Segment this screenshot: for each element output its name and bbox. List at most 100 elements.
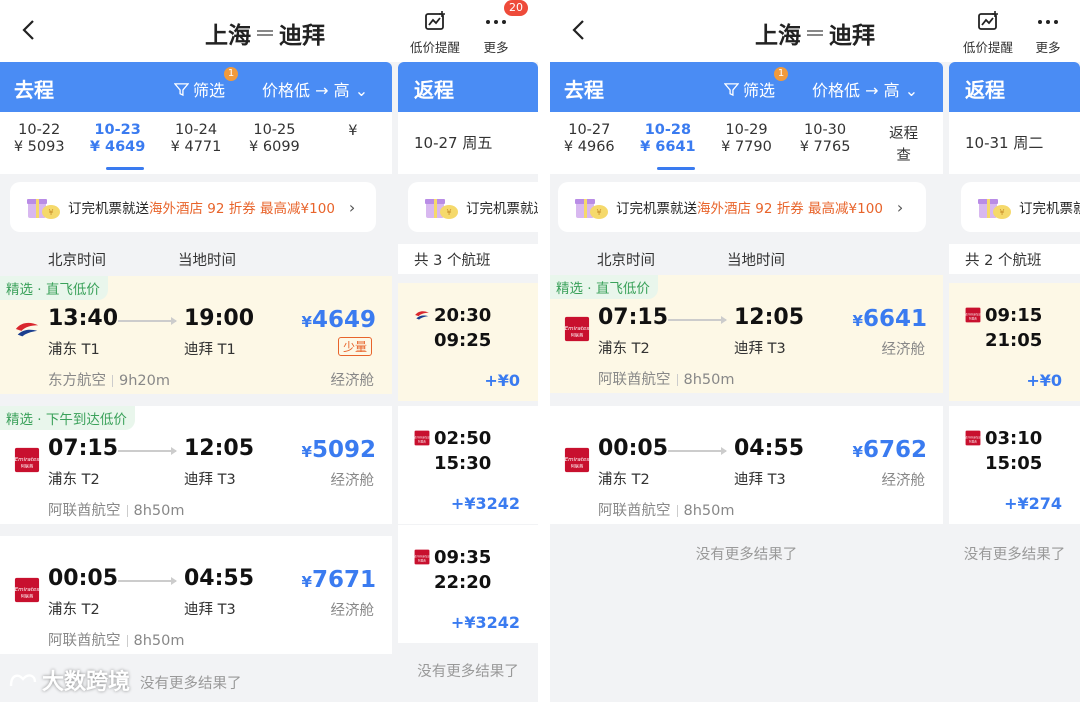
price-alert-button[interactable]: 低价提醒 — [958, 10, 1018, 56]
date-tab[interactable]: 10-29 ¥ 7790 — [707, 112, 786, 174]
right-screen: 上海 迪拜 低价提醒 更多 去程 筛选 1 价格低 → 高 ⌄ 返程 10-27… — [550, 0, 1080, 702]
return-promo-banner[interactable]: ¥ 订完机票就送 — [408, 182, 538, 232]
return-departure-time: 09:35 — [434, 547, 492, 568]
svg-text:Emirates: Emirates — [15, 457, 40, 463]
svg-text:Emirates: Emirates — [414, 555, 429, 559]
return-price-diff: +¥0 — [484, 371, 520, 390]
date-tab[interactable]: 10-25 ¥ 6099 — [235, 112, 313, 174]
arrival-airport: 迪拜 T3 — [734, 472, 786, 488]
flight-price-value: 7671 — [311, 567, 376, 593]
route-separator-icon — [257, 28, 273, 38]
date-tab-price: ¥ — [348, 123, 358, 139]
flight-duration: 9h20m — [119, 373, 170, 389]
return-promo-banner[interactable]: ¥ 订完机票就 — [961, 182, 1080, 232]
promo-short: 订完机票就送 — [466, 201, 538, 217]
flight-duration: 8h50m — [683, 503, 735, 519]
flight-card[interactable]: 精选 · 下午到达低价 Emirates 阿联酋 07:15 12:05 浦东 T2 迪拜 … — [0, 406, 392, 524]
return-date[interactable]: 10-31 周二 — [949, 112, 1080, 174]
sort-dropdown[interactable]: 价格低 → 高 ⌄ — [262, 77, 368, 101]
date-tab[interactable]: 10-24 ¥ 4771 — [157, 112, 235, 174]
date-tab-date: 10-29 — [725, 122, 768, 138]
airline-info: 东方航空 9h20m — [48, 369, 170, 390]
date-tab-price: 查 — [896, 148, 911, 164]
back-button[interactable] — [568, 18, 592, 42]
flight-price: ¥6641 — [852, 306, 927, 332]
airline-name: 阿联酋航空 — [598, 503, 671, 519]
flight-arrow — [118, 577, 177, 585]
emirates-logo-icon: Emirates 阿联酋 — [414, 430, 430, 446]
flight-price: ¥6762 — [852, 437, 927, 463]
flight-card[interactable]: Emirates 阿联酋 00:05 04:55 浦东 T2 迪拜 T3 ¥6762 经济舱阿… — [550, 406, 943, 524]
filter-button[interactable]: 筛选 1 — [174, 67, 238, 101]
date-tab[interactable]: ¥ — [314, 112, 392, 174]
flight-card[interactable]: 精选 · 直飞低价 13:40 19:00 浦东 T1 迪拜 T1 ¥4649 少量 经济舱 东… — [0, 276, 392, 394]
promo-banner[interactable]: ¥ 订完机票就送 海外酒店 92 折券 最高减¥100 › — [558, 182, 926, 232]
return-flight-card[interactable]: Emirates 阿联酋 09:35 22:20 +¥3242 — [398, 525, 538, 643]
svg-text:阿联酋: 阿联酋 — [21, 592, 33, 598]
sort-dropdown[interactable]: 价格低 → 高 ⌄ — [812, 77, 918, 101]
svg-text:¥: ¥ — [48, 208, 53, 217]
outbound-header: 去程 筛选 1 价格低 → 高 ⌄ — [0, 62, 392, 112]
flight-price: ¥7671 — [301, 567, 376, 593]
more-button[interactable]: 更多 20 — [466, 0, 528, 56]
flight-price: ¥5092 — [301, 437, 376, 463]
airline-info: 阿联酋航空 8h50m — [48, 499, 185, 520]
back-button[interactable] — [18, 18, 42, 42]
flight-card[interactable]: Emirates 阿联酋 00:05 04:55 浦东 T2 迪拜 T3 ¥7671 经济舱阿… — [0, 536, 392, 654]
return-flight-card[interactable]: 20:30 09:25 +¥0 — [398, 283, 538, 401]
departure-airport: 浦东 T2 — [598, 341, 650, 357]
arrival-airport: 迪拜 T3 — [184, 472, 236, 488]
emirates-logo-icon: Emirates 阿联酋 — [414, 549, 430, 565]
flight-arrow — [118, 447, 177, 455]
departure-airport: 浦东 T2 — [48, 472, 100, 488]
return-no-more-results: 没有更多结果了 — [417, 664, 519, 680]
return-arrival-time: 09:25 — [434, 330, 492, 351]
recommend-tag: 精选 · 直飞低价 — [550, 275, 658, 299]
more-label: 更多 — [1035, 40, 1061, 55]
airline-name: 阿联酋航空 — [48, 633, 121, 649]
return-flight-card[interactable]: Emirates 阿联酋 03:10 15:05 +¥274 — [949, 406, 1080, 524]
filter-label: 筛选 — [743, 81, 776, 100]
emirates-logo-icon: Emirates 阿联酋 — [965, 430, 981, 446]
date-tab[interactable]: 返程查 — [864, 112, 943, 174]
flight-arrow — [118, 317, 177, 325]
arrival-time: 04:55 — [184, 566, 255, 591]
price-alert-button[interactable]: 低价提醒 — [405, 10, 465, 56]
recommend-tag: 精选 · 直飞低价 — [0, 276, 108, 300]
outbound-header: 去程 筛选 1 价格低 → 高 ⌄ — [550, 62, 943, 112]
emirates-logo-icon: Emirates 阿联酋 — [14, 446, 40, 474]
date-tab[interactable]: 10-22 ¥ 5093 — [0, 112, 78, 174]
svg-text:Emirates: Emirates — [965, 436, 980, 440]
promo-banner[interactable]: ¥ 订完机票就送 海外酒店 92 折券 最高减¥100 › — [10, 182, 376, 232]
date-tab[interactable]: 10-28 ¥ 6641 — [629, 112, 708, 174]
arrival-time: 19:00 — [184, 306, 255, 331]
svg-text:¥: ¥ — [596, 208, 601, 217]
route-from: 上海 — [755, 23, 801, 49]
svg-text:阿联酋: 阿联酋 — [969, 317, 977, 321]
airline-name: 阿联酋航空 — [48, 503, 121, 519]
flight-price-value: 4649 — [311, 307, 376, 333]
gift-coupon-icon: ¥ — [26, 192, 60, 222]
date-tab[interactable]: 10-27 ¥ 4966 — [550, 112, 629, 174]
return-date[interactable]: 10-27 周五 — [398, 112, 538, 174]
more-button[interactable]: 更多 — [1018, 10, 1078, 56]
date-tab-date: 10-24 — [174, 122, 218, 138]
filter-button[interactable]: 筛选 1 — [724, 67, 788, 101]
cabin-class: 经济舱 — [881, 473, 926, 489]
filter-badge: 1 — [224, 67, 238, 81]
date-tab[interactable]: 10-30 ¥ 7765 — [786, 112, 865, 174]
return-flight-card[interactable]: Emirates 阿联酋 09:15 21:05 +¥0 — [949, 283, 1080, 401]
promo-short: 订完机票就 — [1019, 201, 1080, 217]
return-price-diff: +¥3242 — [450, 613, 520, 632]
flight-duration: 8h50m — [133, 503, 185, 519]
return-flight-card[interactable]: Emirates 阿联酋 02:50 15:30 +¥3242 — [398, 406, 538, 524]
watermark-text: 大数跨境 — [42, 670, 131, 695]
date-tab-date: 10-23 — [94, 122, 141, 138]
date-tab-price: ¥ 4966 — [563, 139, 615, 155]
return-label: 返程 — [414, 78, 454, 102]
flight-card[interactable]: 精选 · 直飞低价 Emirates 阿联酋 07:15 12:05 浦东 T2 迪拜 T3… — [550, 275, 943, 393]
flight-price-value: 6641 — [862, 306, 927, 332]
route-to: 迪拜 — [279, 23, 325, 49]
arrival-airport: 迪拜 T3 — [184, 602, 236, 618]
date-tab[interactable]: 10-23 ¥ 4649 — [78, 112, 156, 174]
